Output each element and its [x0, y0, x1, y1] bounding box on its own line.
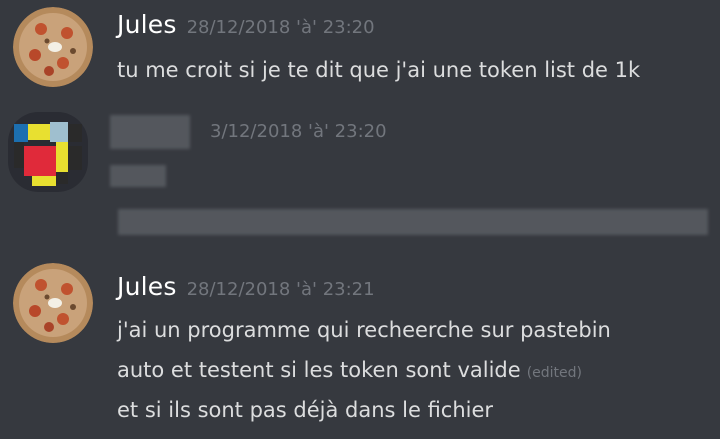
message-3: Jules 28/12/2018 'à' 23:21 j'ai un progra… — [0, 258, 720, 439]
censored-text-line-1 — [110, 165, 166, 187]
pixelated-avatar-icon[interactable] — [8, 112, 88, 192]
message-header: Jules 28/12/2018 'à' 23:20 — [117, 10, 375, 39]
message-text: et si ils sont pas déjà dans le fichier — [117, 398, 494, 422]
message-header: Jules 28/12/2018 'à' 23:21 — [117, 272, 375, 301]
message-text: tu me croit si je te dit que j'ai une to… — [117, 58, 641, 82]
username[interactable]: Jules — [117, 10, 177, 39]
timestamp[interactable]: 28/12/2018 'à' 23:21 — [187, 279, 375, 300]
message-text: j'ai un programme qui recheerche sur pas… — [117, 318, 611, 342]
message-header: 3/12/2018 'à' 23:20 — [210, 121, 387, 142]
edited-label: (edited) — [526, 365, 582, 381]
message-1: Jules 28/12/2018 'à' 23:20 tu me croit si… — [0, 0, 720, 100]
pizza-avatar-icon[interactable] — [13, 7, 93, 87]
timestamp[interactable]: 28/12/2018 'à' 23:20 — [187, 17, 375, 38]
censored-username — [110, 115, 190, 149]
censored-text-line-2 — [118, 209, 708, 235]
timestamp[interactable]: 3/12/2018 'à' 23:20 — [210, 121, 387, 142]
message-text: auto et testent si les token sont valide… — [117, 358, 582, 382]
message-text-content: auto et testent si les token sont valide — [117, 358, 521, 382]
chat-messages: Jules 28/12/2018 'à' 23:20 tu me croit si… — [0, 0, 720, 439]
pizza-avatar-icon[interactable] — [13, 263, 93, 343]
username[interactable]: Jules — [117, 272, 177, 301]
message-2: 3/12/2018 'à' 23:20 — [0, 105, 720, 245]
